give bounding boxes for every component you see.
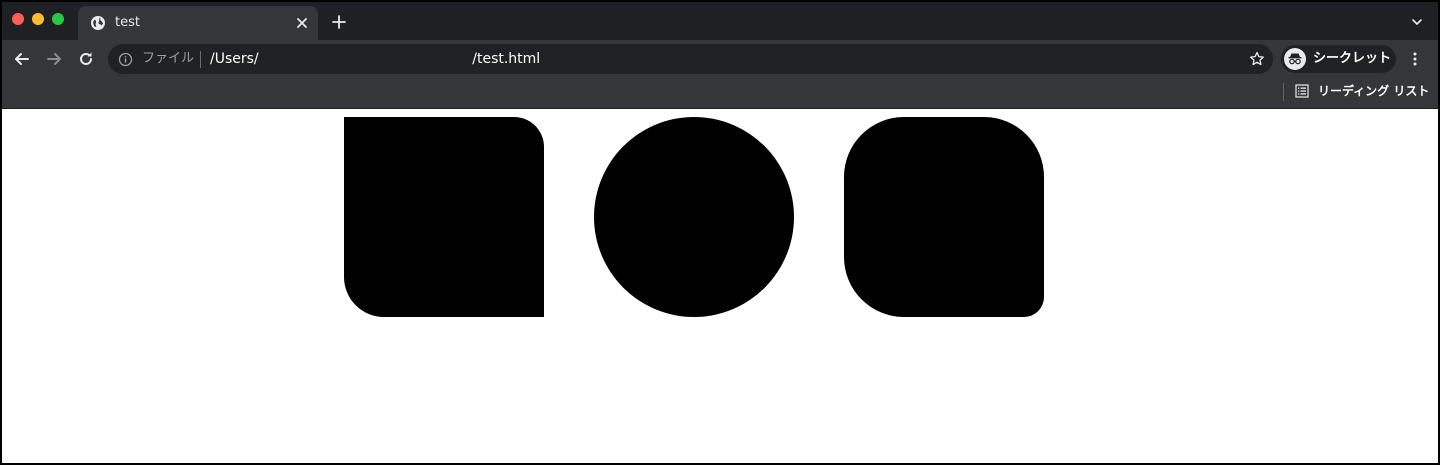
more-vert-icon[interactable] [1407, 51, 1423, 67]
rounded-square-shape-2 [844, 117, 1044, 317]
circle-shape [594, 117, 794, 317]
forward-arrow-icon[interactable] [44, 49, 64, 69]
close-icon[interactable] [294, 15, 310, 31]
incognito-indicator[interactable]: シークレット [1281, 45, 1396, 73]
back-arrow-icon[interactable] [12, 49, 32, 69]
tab-test[interactable]: test [78, 6, 318, 40]
info-icon[interactable] [118, 52, 133, 67]
toolbar: ファイル /Users/ /test.html シークレット [2, 40, 1438, 78]
star-icon[interactable] [1249, 51, 1265, 67]
bookmarks-bar: リーディング リスト [2, 78, 1438, 109]
url-text[interactable]: /Users/ /test.html [210, 51, 540, 67]
zoom-window-button[interactable] [52, 13, 64, 25]
rounded-square-shape-1 [344, 117, 544, 317]
address-bar[interactable]: ファイル /Users/ /test.html [108, 44, 1273, 74]
close-window-button[interactable] [12, 13, 24, 25]
browser-window: test ファイル /Users/ /test.html シークレット リーディ… [2, 2, 1438, 463]
tab-strip: test [2, 2, 1438, 40]
reading-list-icon[interactable] [1295, 84, 1309, 98]
tab-title: test [115, 15, 140, 30]
incognito-icon [1288, 53, 1302, 65]
reload-icon[interactable] [76, 49, 96, 69]
incognito-label: シークレット [1313, 51, 1392, 66]
reading-list-button[interactable]: リーディング リスト [1318, 84, 1429, 98]
plus-icon[interactable] [331, 14, 347, 30]
minimize-window-button[interactable] [32, 13, 44, 25]
incognito-avatar [1284, 48, 1306, 70]
globe-icon [91, 16, 105, 30]
page-viewport [2, 109, 1438, 463]
chevron-down-icon[interactable] [1411, 16, 1423, 28]
bookmarks-divider [1283, 83, 1284, 101]
chip-divider [200, 51, 201, 68]
scheme-chip: ファイル [142, 51, 195, 66]
